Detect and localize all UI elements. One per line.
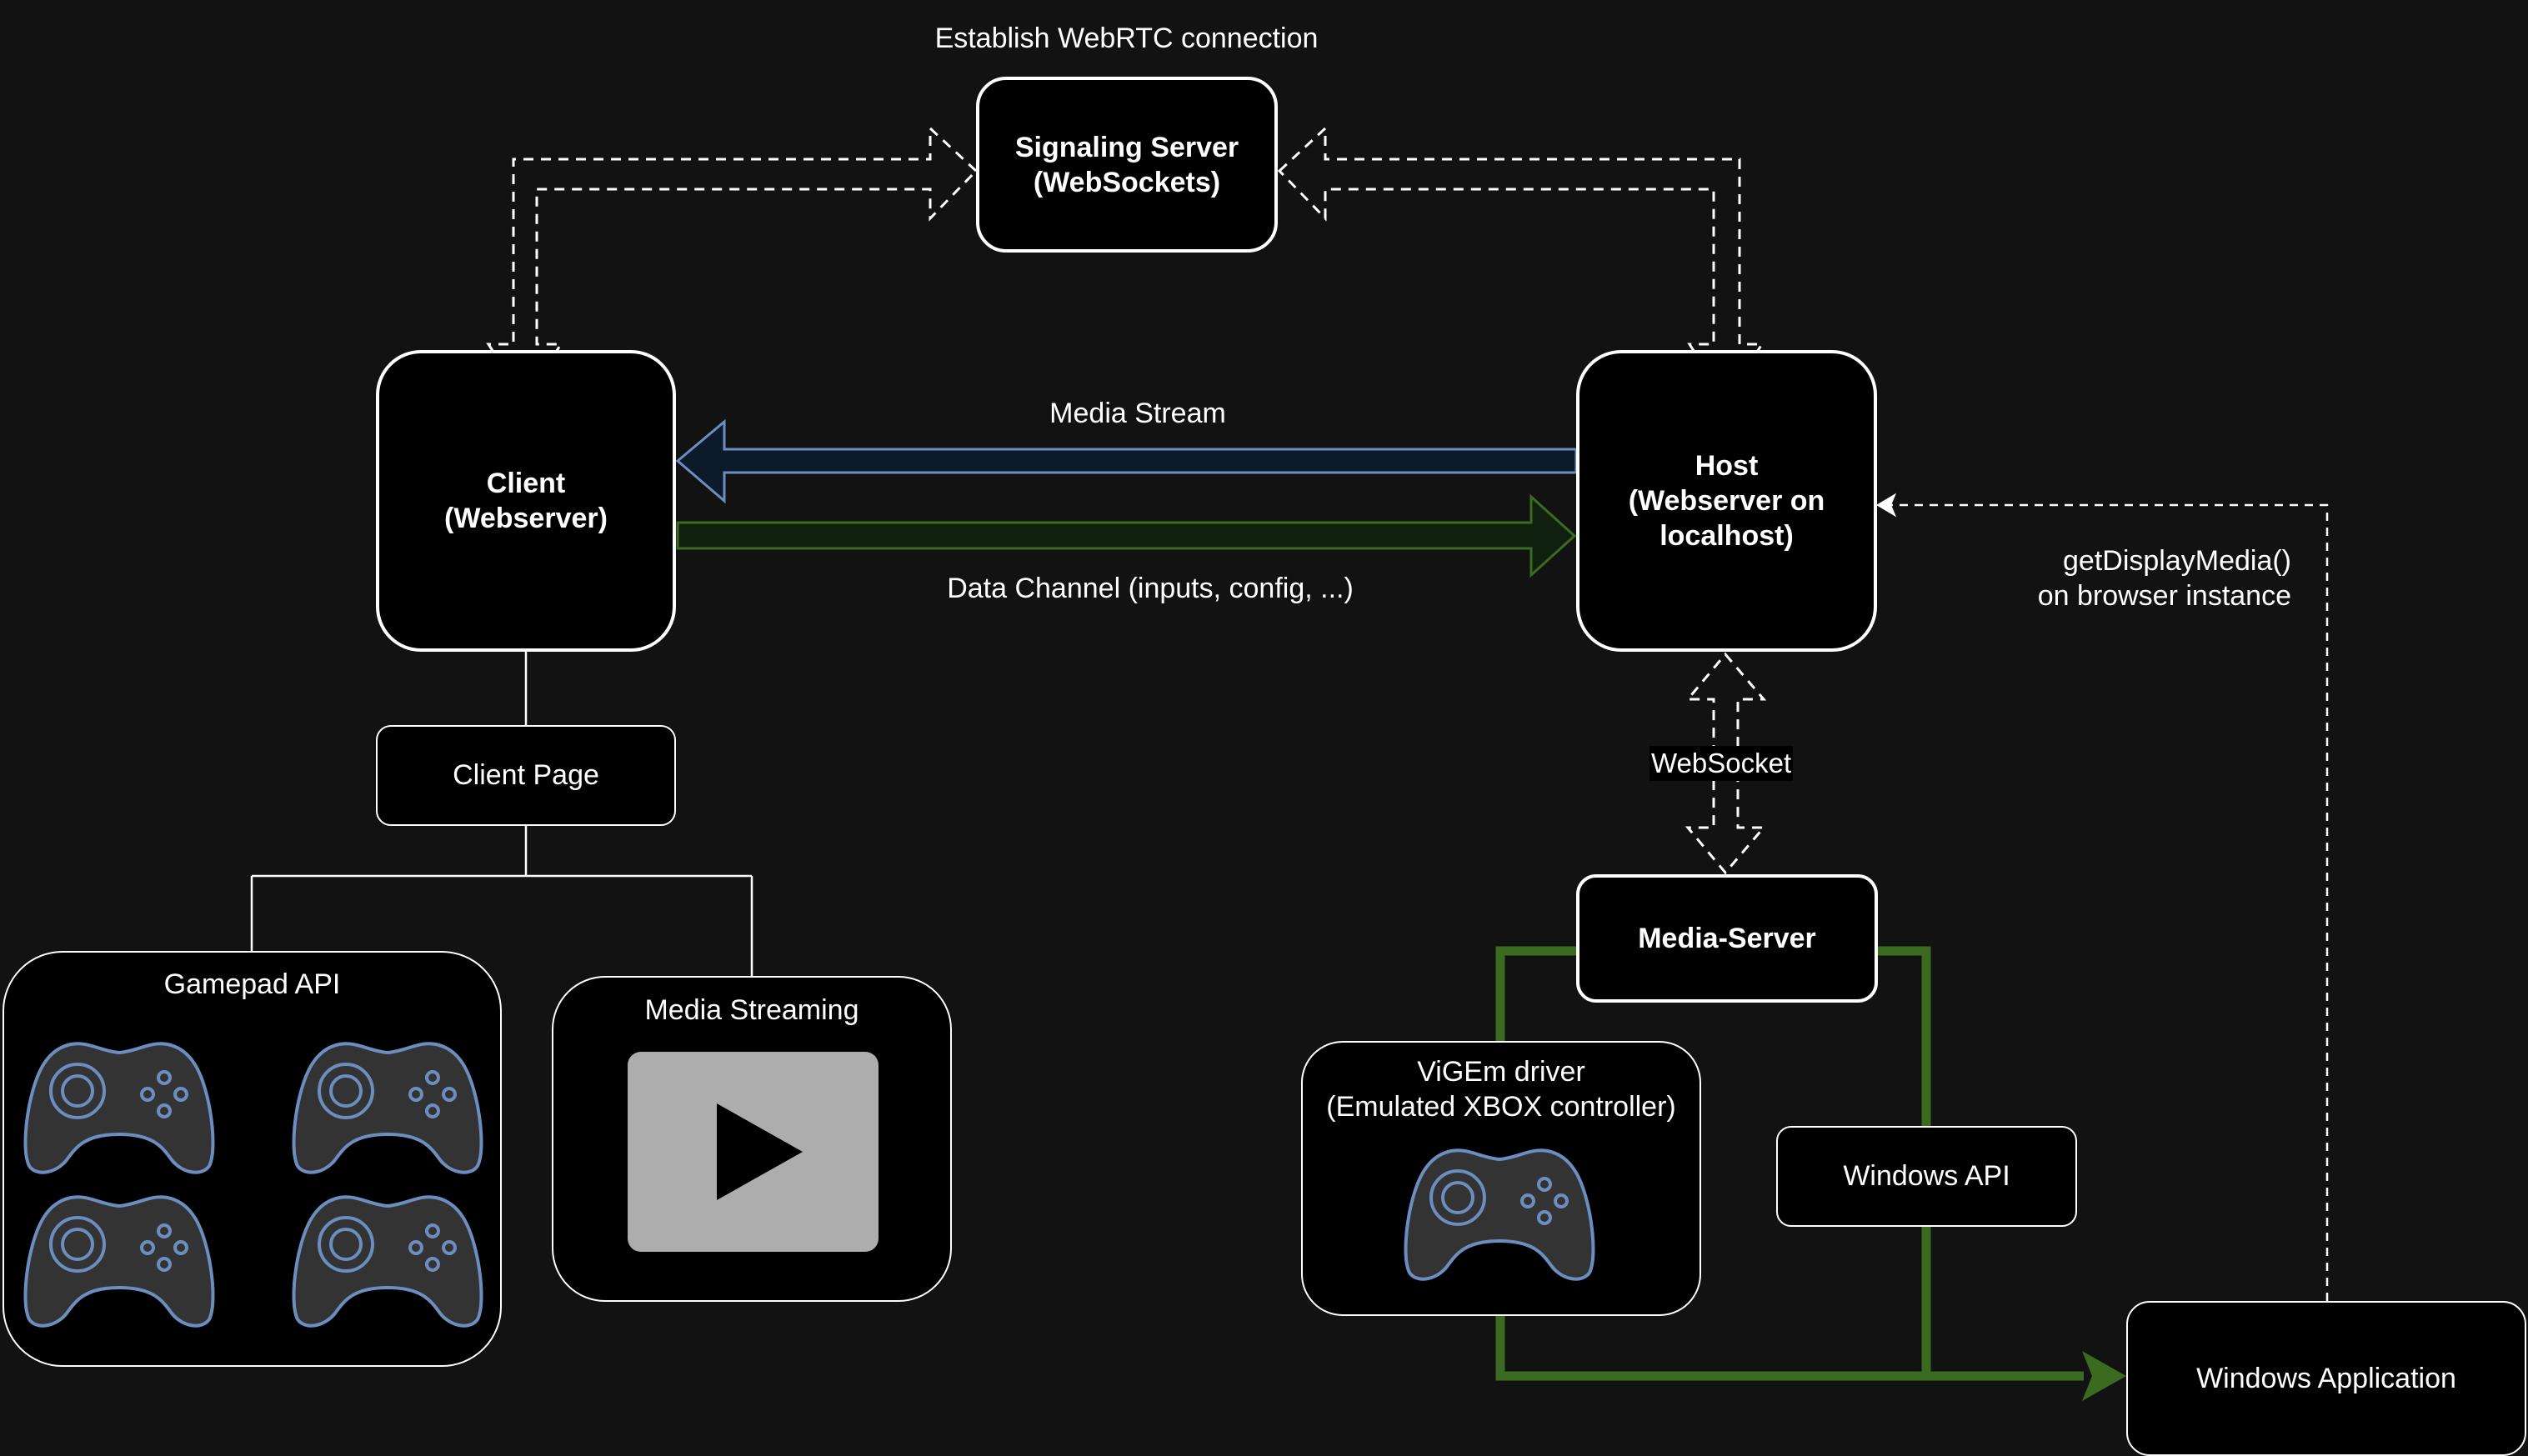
vigem-driver-line1: ViGEm driver bbox=[1417, 1056, 1585, 1088]
establish-webrtc-label: Establish WebRTC connection bbox=[934, 23, 1319, 54]
data-channel-label: Data Channel (inputs, config, ...) bbox=[947, 573, 1354, 604]
host-subtitle-1: (Webserver on bbox=[1628, 485, 1825, 517]
windows-api-node[interactable]: Windows API bbox=[1776, 1126, 2077, 1227]
media-streaming-title: Media Streaming bbox=[644, 994, 859, 1026]
media-server-to-vigem-line bbox=[1495, 946, 1576, 1041]
gamepad-api-title: Gamepad API bbox=[163, 968, 341, 1000]
gamepad-body bbox=[23, 1195, 215, 1328]
media-streaming-group[interactable]: Media Streaming bbox=[552, 976, 952, 1302]
signaling-server-subtitle: (WebSockets) bbox=[1033, 166, 1221, 198]
windows-application-label: Windows Application bbox=[2196, 1362, 2456, 1394]
gamepad-body bbox=[23, 1042, 215, 1174]
data-channel-arrow bbox=[676, 493, 1577, 578]
gamepad-api-group[interactable]: Gamepad API bbox=[3, 951, 502, 1367]
media-server-node[interactable]: Media-Server bbox=[1576, 874, 1878, 1003]
vigem-driver-group[interactable]: ViGEm driver (Emulated XBOX controller) bbox=[1301, 1041, 1701, 1316]
client-page-label: Client Page bbox=[453, 759, 599, 791]
client-title: Client bbox=[486, 468, 566, 499]
client-page-node[interactable]: Client Page bbox=[376, 725, 676, 826]
client-subtitle: (Webserver) bbox=[444, 503, 608, 534]
windows-api-label: Windows API bbox=[1843, 1160, 2010, 1192]
get-display-media-line2: on browser instance bbox=[2037, 580, 2291, 612]
host-node[interactable]: Host (Webserver on localhost) bbox=[1576, 350, 1877, 652]
get-display-media-label: getDisplayMedia() on browser instance bbox=[1959, 543, 2291, 613]
media-server-label: Media-Server bbox=[1638, 923, 1816, 954]
vigem-driver-line2: (Emulated XBOX controller) bbox=[1326, 1091, 1676, 1123]
client-node[interactable]: Client (Webserver) bbox=[376, 350, 676, 652]
get-display-media-line1: getDisplayMedia() bbox=[2063, 545, 2291, 577]
gamepad-body bbox=[1404, 1148, 1595, 1281]
video-screen-icon bbox=[628, 1052, 879, 1252]
media-server-to-winapi-line bbox=[1878, 946, 1931, 1126]
gamepad-body bbox=[292, 1195, 483, 1328]
signaling-server-title: Signaling Server bbox=[1014, 131, 1239, 163]
windows-application-node[interactable]: Windows Application bbox=[2126, 1301, 2526, 1456]
play-icon bbox=[717, 1103, 803, 1200]
gamepad-body bbox=[292, 1042, 483, 1174]
to-windows-app-arrowhead bbox=[2082, 1351, 2126, 1401]
websocket-label: WebSocket bbox=[1649, 746, 1794, 781]
media-stream-arrow bbox=[675, 418, 1578, 504]
vigem-driver-title: ViGEm driver (Emulated XBOX controller) bbox=[1303, 1054, 1700, 1124]
media-stream-label: Media Stream bbox=[1049, 398, 1226, 429]
host-title: Host bbox=[1695, 450, 1759, 482]
signaling-server-node[interactable]: Signaling Server (WebSockets) bbox=[976, 77, 1278, 253]
vigem-to-app-line bbox=[1495, 1316, 2084, 1381]
host-subtitle-2: localhost) bbox=[1659, 520, 1794, 552]
